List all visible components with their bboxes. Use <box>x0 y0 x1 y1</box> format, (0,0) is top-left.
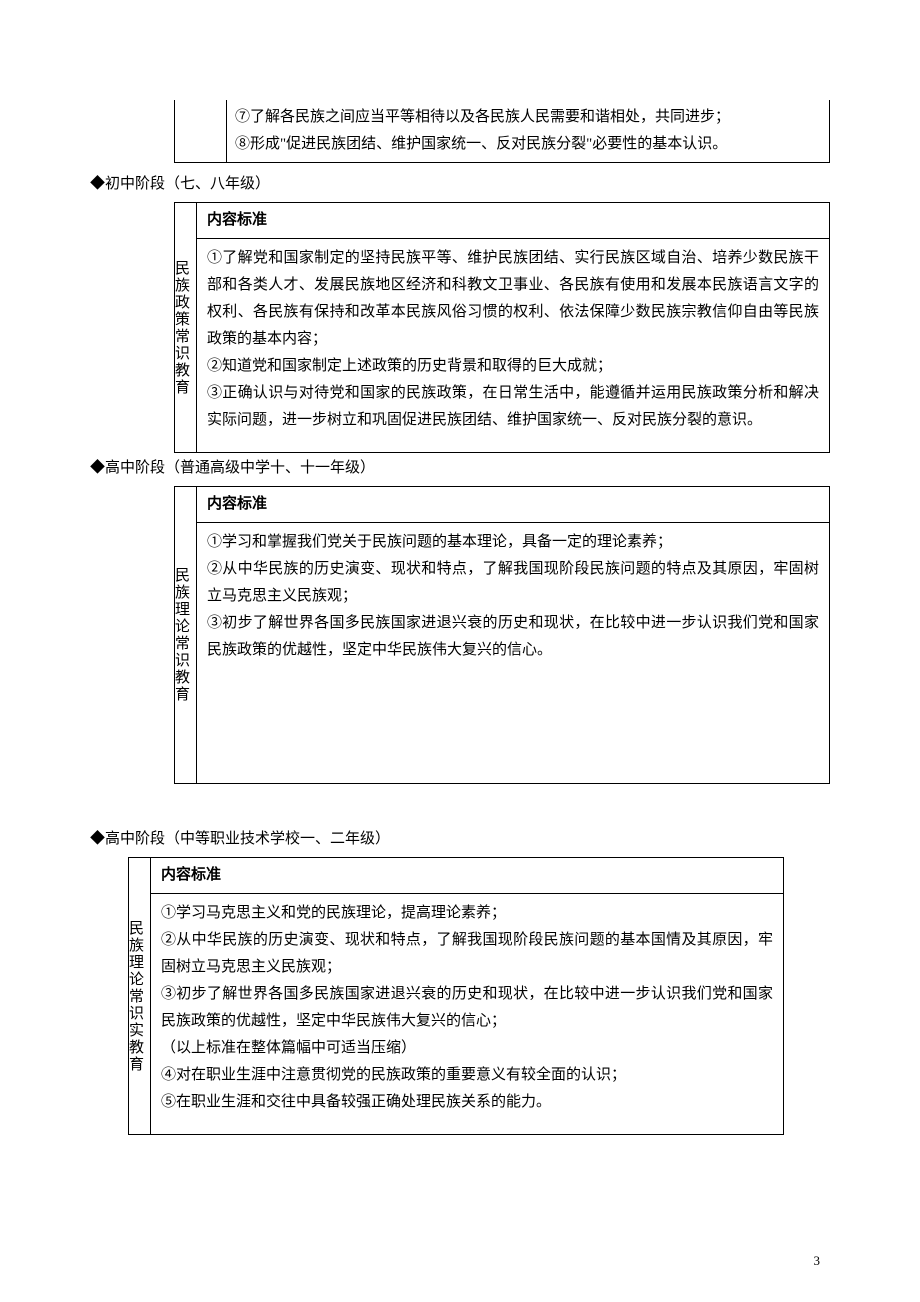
s3-note: （以上标准在整体篇幅中可适当压缩） <box>161 1035 773 1062</box>
s1-item3: ③正确认识与对待党和国家的民族政策，在日常生活中，能遵循并运用民族政策分析和解决… <box>207 380 819 434</box>
section1-header: 内容标准 <box>197 203 829 239</box>
section3-header: 内容标准 <box>151 858 783 894</box>
section3-inner: 内容标准 ①学习马克思主义和党的民族理论，提高理论素养； ②从中华民族的历史演变… <box>151 858 783 1134</box>
s2-item1: ①学习和掌握我们党关于民族问题的基本理论，具备一定的理论素养； <box>207 529 819 556</box>
section2-header: 内容标准 <box>197 487 829 523</box>
page-number: 3 <box>814 1249 821 1272</box>
item-7: ⑦了解各民族之间应当平等相待以及各民族人民需要和谐相处，共同进步； <box>235 104 821 131</box>
item-8: ⑧形成"促进民族团结、维护国家统一、反对民族分裂"必要性的基本认识。 <box>235 131 821 158</box>
top-empty-cell <box>175 100 227 162</box>
section1-heading: ◆初中阶段（七、八年级） <box>90 171 830 198</box>
s3-item5: ⑤在职业生涯和交往中具备较强正确处理民族关系的能力。 <box>161 1089 773 1116</box>
spacing-gap <box>90 784 830 824</box>
s3-item3: ③初步了解世界各国多民族国家进退兴衰的历史和现状，在比较中进一步认识我们党和国家… <box>161 981 773 1035</box>
s2-item3: ③初步了解世界各国多民族国家进退兴衰的历史和现状，在比较中进一步认识我们党和国家… <box>207 610 819 664</box>
top-box: ⑦了解各民族之间应当平等相待以及各民族人民需要和谐相处，共同进步； ⑧形成"促进… <box>174 100 830 163</box>
top-continuation-block: ⑦了解各民族之间应当平等相待以及各民族人民需要和谐相处，共同进步； ⑧形成"促进… <box>90 100 830 163</box>
section1-label: 民族政策常识教育 <box>175 203 197 452</box>
s3-item4: ④对在职业生涯中注意贯彻党的民族政策的重要意义有较全面的认识； <box>161 1062 773 1089</box>
section1-body: ①了解党和国家制定的坚持民族平等、维护民族团结、实行民族区域自治、培养少数民族干… <box>197 239 829 452</box>
s1-item1: ①了解党和国家制定的坚持民族平等、维护民族团结、实行民族区域自治、培养少数民族干… <box>207 245 819 353</box>
section1-box: 民族政策常识教育 内容标准 ①了解党和国家制定的坚持民族平等、维护民族团结、实行… <box>174 202 830 453</box>
section3-box: 民族理论常识实教育 内容标准 ①学习马克思主义和党的民族理论，提高理论素养； ②… <box>128 857 784 1135</box>
section2-body: ①学习和掌握我们党关于民族问题的基本理论，具备一定的理论素养； ②从中华民族的历… <box>197 523 829 783</box>
s2-item2: ②从中华民族的历史演变、现状和特点，了解我国现阶段民族问题的特点及其原因，牢固树… <box>207 556 819 610</box>
section1-inner: 内容标准 ①了解党和国家制定的坚持民族平等、维护民族团结、实行民族区域自治、培养… <box>197 203 829 452</box>
section2-box: 民族理论常识教育 内容标准 ①学习和掌握我们党关于民族问题的基本理论，具备一定的… <box>174 486 830 784</box>
section2-label: 民族理论常识教育 <box>175 487 197 783</box>
top-content: ⑦了解各民族之间应当平等相待以及各民族人民需要和谐相处，共同进步； ⑧形成"促进… <box>227 100 829 162</box>
section3-label: 民族理论常识实教育 <box>129 858 151 1134</box>
s3-item1: ①学习马克思主义和党的民族理论，提高理论素养； <box>161 900 773 927</box>
s3-item2: ②从中华民族的历史演变、现状和特点，了解我国现阶段民族问题的基本国情及其原因，牢… <box>161 927 773 981</box>
section3-heading: ◆高中阶段（中等职业技术学校一、二年级） <box>90 826 830 853</box>
section2-heading: ◆高中阶段（普通高级中学十、十一年级） <box>90 455 830 482</box>
s1-item2: ②知道党和国家制定上述政策的历史背景和取得的巨大成就； <box>207 353 819 380</box>
section2-inner: 内容标准 ①学习和掌握我们党关于民族问题的基本理论，具备一定的理论素养； ②从中… <box>197 487 829 783</box>
section3-body: ①学习马克思主义和党的民族理论，提高理论素养； ②从中华民族的历史演变、现状和特… <box>151 894 783 1134</box>
